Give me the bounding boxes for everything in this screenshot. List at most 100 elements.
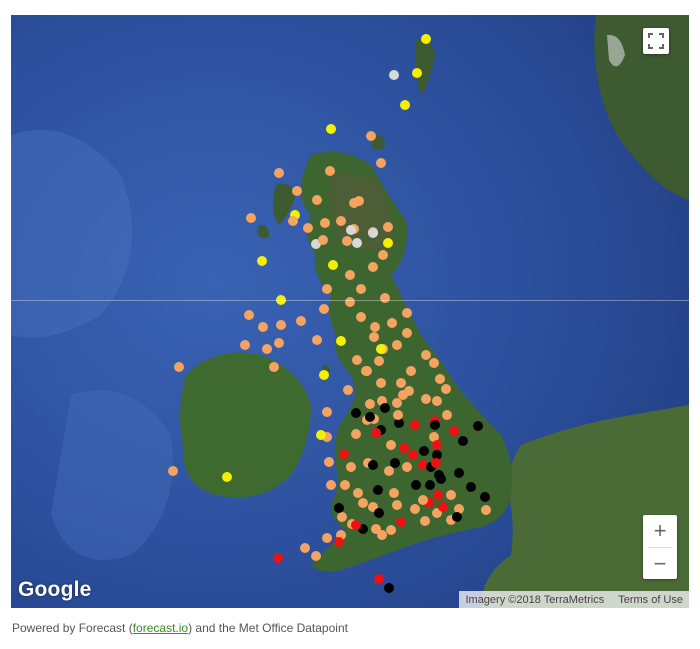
station-marker-orange[interactable] — [274, 168, 284, 178]
station-marker-red[interactable] — [371, 428, 381, 438]
station-marker-black[interactable] — [411, 480, 421, 490]
station-marker-yellow[interactable] — [421, 34, 431, 44]
station-marker-orange[interactable] — [356, 312, 366, 322]
station-marker-orange[interactable] — [303, 223, 313, 233]
station-marker-yellow[interactable] — [400, 100, 410, 110]
station-marker-orange[interactable] — [246, 213, 256, 223]
zoom-out-button[interactable]: − — [643, 548, 677, 580]
station-marker-orange[interactable] — [368, 262, 378, 272]
station-marker-orange[interactable] — [392, 398, 402, 408]
station-marker-orange[interactable] — [402, 328, 412, 338]
station-marker-orange[interactable] — [378, 250, 388, 260]
station-marker-red[interactable] — [449, 426, 459, 436]
station-marker-orange[interactable] — [322, 407, 332, 417]
station-marker-yellow[interactable] — [376, 344, 386, 354]
station-marker-black[interactable] — [365, 412, 375, 422]
station-marker-orange[interactable] — [386, 440, 396, 450]
station-marker-black[interactable] — [454, 468, 464, 478]
station-marker-orange[interactable] — [435, 374, 445, 384]
station-marker-orange[interactable] — [406, 366, 416, 376]
station-marker-red[interactable] — [339, 449, 349, 459]
station-marker-red[interactable] — [399, 443, 409, 453]
station-marker-orange[interactable] — [311, 551, 321, 561]
station-marker-orange[interactable] — [340, 480, 350, 490]
station-marker-orange[interactable] — [380, 293, 390, 303]
station-marker-orange[interactable] — [393, 410, 403, 420]
station-marker-red[interactable] — [433, 490, 443, 500]
station-marker-orange[interactable] — [356, 284, 366, 294]
station-marker-orange[interactable] — [376, 158, 386, 168]
station-marker-red[interactable] — [273, 553, 283, 563]
station-marker-grey[interactable] — [346, 225, 356, 235]
station-marker-orange[interactable] — [318, 235, 328, 245]
station-marker-orange[interactable] — [392, 340, 402, 350]
station-marker-orange[interactable] — [420, 516, 430, 526]
station-marker-orange[interactable] — [319, 304, 329, 314]
station-marker-orange[interactable] — [168, 466, 178, 476]
station-marker-orange[interactable] — [481, 505, 491, 515]
station-marker-grey[interactable] — [389, 70, 399, 80]
station-marker-orange[interactable] — [418, 495, 428, 505]
station-marker-black[interactable] — [419, 446, 429, 456]
station-marker-black[interactable] — [452, 512, 462, 522]
station-marker-orange[interactable] — [269, 362, 279, 372]
station-marker-orange[interactable] — [322, 533, 332, 543]
station-marker-orange[interactable] — [292, 186, 302, 196]
station-marker-orange[interactable] — [358, 498, 368, 508]
station-marker-red[interactable] — [374, 574, 384, 584]
station-marker-orange[interactable] — [402, 308, 412, 318]
station-marker-yellow[interactable] — [319, 370, 329, 380]
station-marker-orange[interactable] — [342, 236, 352, 246]
weather-station-markers[interactable] — [11, 15, 689, 608]
station-marker-orange[interactable] — [370, 322, 380, 332]
station-marker-orange[interactable] — [274, 338, 284, 348]
station-marker-orange[interactable] — [174, 362, 184, 372]
station-marker-yellow[interactable] — [257, 256, 267, 266]
station-marker-black[interactable] — [425, 480, 435, 490]
station-marker-orange[interactable] — [421, 350, 431, 360]
station-marker-black[interactable] — [458, 436, 468, 446]
station-marker-red[interactable] — [410, 420, 420, 430]
station-marker-black[interactable] — [466, 482, 476, 492]
station-marker-orange[interactable] — [387, 318, 397, 328]
station-marker-orange[interactable] — [429, 358, 439, 368]
zoom-in-button[interactable]: + — [643, 515, 677, 547]
map-viewport[interactable]: + − Google Imagery ©2018 TerraMetrics Te… — [11, 15, 689, 608]
station-marker-black[interactable] — [351, 408, 361, 418]
station-marker-black[interactable] — [430, 420, 440, 430]
station-marker-orange[interactable] — [410, 504, 420, 514]
terms-of-use-link[interactable]: Terms of Use — [618, 594, 683, 606]
station-marker-black[interactable] — [368, 460, 378, 470]
station-marker-yellow[interactable] — [222, 472, 232, 482]
station-marker-orange[interactable] — [369, 332, 379, 342]
station-marker-orange[interactable] — [441, 384, 451, 394]
station-marker-orange[interactable] — [322, 284, 332, 294]
station-marker-orange[interactable] — [354, 196, 364, 206]
forecast-io-link[interactable]: forecast.io — [133, 621, 188, 635]
station-marker-red[interactable] — [408, 450, 418, 460]
station-marker-orange[interactable] — [276, 320, 286, 330]
station-marker-orange[interactable] — [352, 355, 362, 365]
station-marker-black[interactable] — [373, 485, 383, 495]
fullscreen-button[interactable] — [643, 28, 669, 54]
station-marker-orange[interactable] — [442, 410, 452, 420]
station-marker-black[interactable] — [480, 492, 490, 502]
station-marker-yellow[interactable] — [383, 238, 393, 248]
station-marker-yellow[interactable] — [316, 430, 326, 440]
station-marker-black[interactable] — [374, 508, 384, 518]
station-marker-orange[interactable] — [396, 378, 406, 388]
station-marker-black[interactable] — [380, 403, 390, 413]
station-marker-red[interactable] — [438, 502, 448, 512]
station-marker-red[interactable] — [334, 537, 344, 547]
station-marker-red[interactable] — [432, 440, 442, 450]
station-marker-orange[interactable] — [325, 166, 335, 176]
station-marker-orange[interactable] — [402, 462, 412, 472]
station-marker-black[interactable] — [390, 458, 400, 468]
station-marker-orange[interactable] — [446, 490, 456, 500]
station-marker-black[interactable] — [334, 503, 344, 513]
station-marker-orange[interactable] — [244, 310, 254, 320]
station-marker-orange[interactable] — [343, 385, 353, 395]
station-marker-orange[interactable] — [262, 344, 272, 354]
station-marker-orange[interactable] — [398, 390, 408, 400]
station-marker-orange[interactable] — [366, 131, 376, 141]
